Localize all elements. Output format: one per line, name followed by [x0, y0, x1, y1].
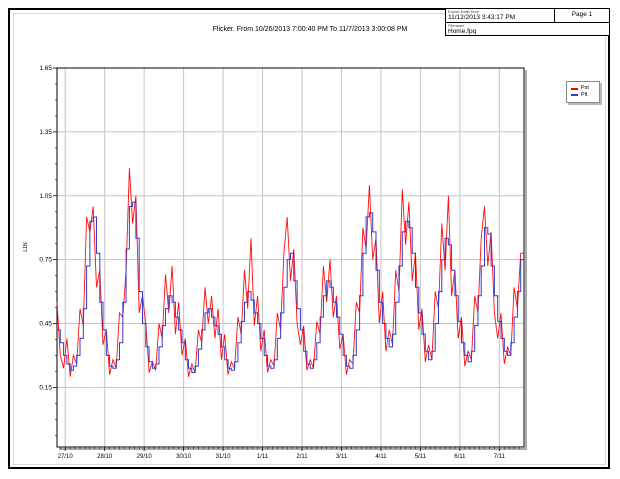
- x-tick-label: 7/11: [494, 454, 506, 460]
- y-tick-label: 0.15: [39, 384, 52, 391]
- pst-series: [57, 168, 524, 377]
- plot-frame-shadow: [525, 70, 527, 450]
- legend-entry-plt: Plt: [571, 93, 597, 99]
- x-tick-label: 31/10: [216, 454, 232, 460]
- x-tick-label: 2/11: [296, 454, 308, 460]
- legend-marker: [571, 94, 578, 96]
- x-tick-label: 29/10: [137, 454, 153, 460]
- x-tick-label: 6/11: [454, 454, 466, 460]
- legend-marker: [571, 88, 578, 90]
- x-tick-label: 4/11: [375, 454, 387, 460]
- y-tick-label: 1.05: [39, 193, 52, 200]
- legend-label-pst: Pst: [581, 86, 589, 92]
- legend-entry-pst: Pst: [571, 86, 597, 92]
- y-tick-label: 1.65: [39, 65, 52, 72]
- chart-legend: Pst Plt: [566, 81, 600, 103]
- y-tick-label: 0.45: [39, 321, 52, 328]
- y-tick-label: 0.75: [39, 257, 52, 264]
- y-tick-label: 1.35: [39, 129, 52, 136]
- x-tick-label: 3/11: [336, 454, 348, 460]
- flicker-chart-canvas: 27/10 28/10 29/10 30/10 31/10 1/11 2/11 3/11 4/1…: [0, 0, 620, 479]
- report-page: Export Date/Time 11/12/2013 3:43:17 PM P…: [0, 0, 620, 479]
- x-tick-label: 28/10: [97, 454, 113, 460]
- x-tick-label: 5/11: [415, 454, 427, 460]
- legend-label-plt: Plt: [581, 93, 587, 99]
- x-tick-label: 27/10: [58, 454, 74, 460]
- x-tick-label: 1/11: [257, 454, 269, 460]
- x-tick-label: 30/10: [176, 454, 192, 460]
